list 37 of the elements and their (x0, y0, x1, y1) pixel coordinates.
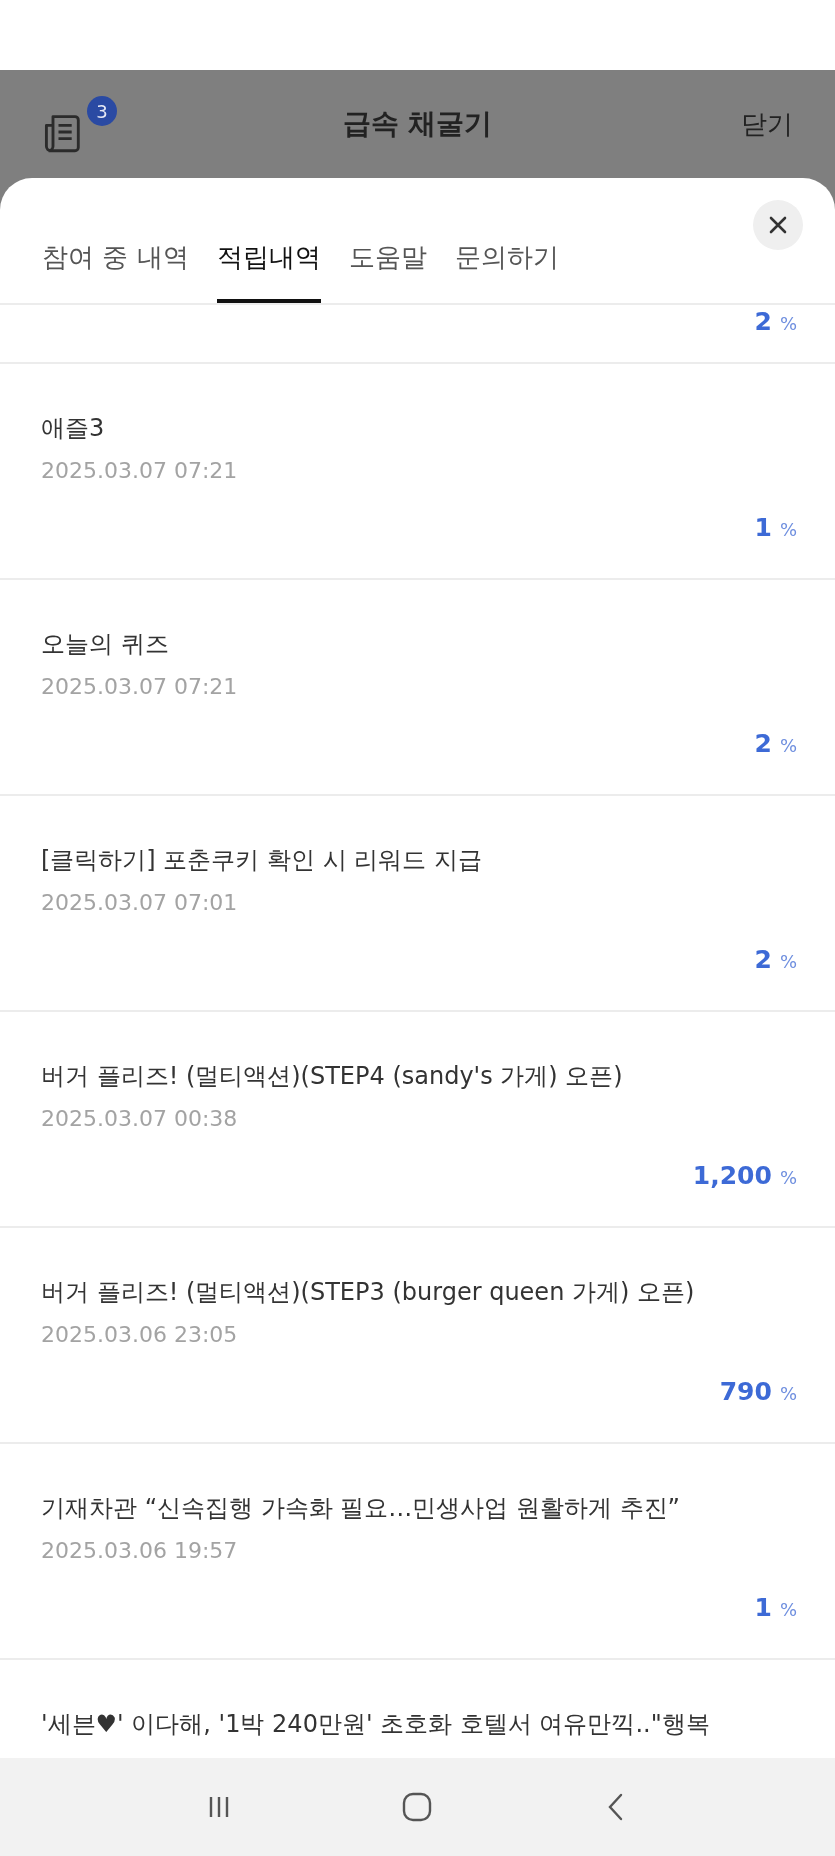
percent-unit: % (779, 313, 797, 334)
entry-title: 버거 플리즈! (멀티액션)(STEP4 (sandy's 가게) 오픈) (41, 1061, 624, 1092)
percent-unit: % (779, 519, 797, 540)
tab[interactable]: 문의하기 (454, 240, 559, 303)
percent-unit: % (779, 951, 797, 972)
entry-date: 2025.03.07 00:38 (41, 1105, 239, 1133)
entry-title: [클릭하기] 포춘쿠키 확인 시 리워드 지급 (41, 845, 483, 876)
count-badge: 3 (87, 96, 117, 126)
reward-amount: 2 (754, 944, 772, 976)
tab[interactable]: 참여 중 내역 (42, 240, 189, 303)
percent-unit: % (779, 1383, 797, 1404)
reward-amount: 1 (754, 512, 772, 544)
entry-title: 버거 플리즈! (멀티액션)(STEP3 (burger queen 가게) 오픈) (41, 1277, 696, 1308)
close-link[interactable]: 닫기 (741, 106, 793, 142)
close-button[interactable] (753, 200, 803, 250)
reward-amount: 1,200 (692, 1160, 772, 1192)
reward-amount: 2 (754, 306, 772, 338)
home-icon[interactable] (401, 1791, 434, 1823)
percent-unit: % (779, 1167, 797, 1188)
entry-date: 2025.03.07 07:21 (41, 673, 239, 701)
entry-title: 애즐3 (41, 413, 106, 444)
percent-unit: % (779, 735, 797, 756)
entry-title: '세븐♥' 이다해, '1박 240만원' 초호화 호텔서 여유만끽.."행복 (41, 1709, 711, 1740)
tab[interactable]: 적립내역 (216, 240, 321, 303)
tab[interactable]: 도움말 (348, 240, 427, 303)
entry-date: 2025.03.07 07:01 (41, 889, 239, 917)
reward-amount: 2 (754, 728, 772, 760)
close-icon (768, 215, 788, 235)
entry-date: 2025.03.07 07:21 (41, 457, 239, 485)
percent-unit: % (779, 1599, 797, 1620)
entry-title: 오늘의 퀴즈 (41, 629, 170, 660)
reward-amount: 1 (754, 1592, 772, 1624)
entry-title: 기재차관 “신속집행 가속화 필요…민생사업 원활하게 추진” (41, 1493, 681, 1524)
entry-date: 2025.03.06 19:57 (41, 1537, 239, 1565)
entry-date: 2025.03.06 23:05 (41, 1321, 239, 1349)
reward-amount: 790 (719, 1376, 772, 1408)
screen-title: 급속 채굴기 (342, 106, 493, 142)
